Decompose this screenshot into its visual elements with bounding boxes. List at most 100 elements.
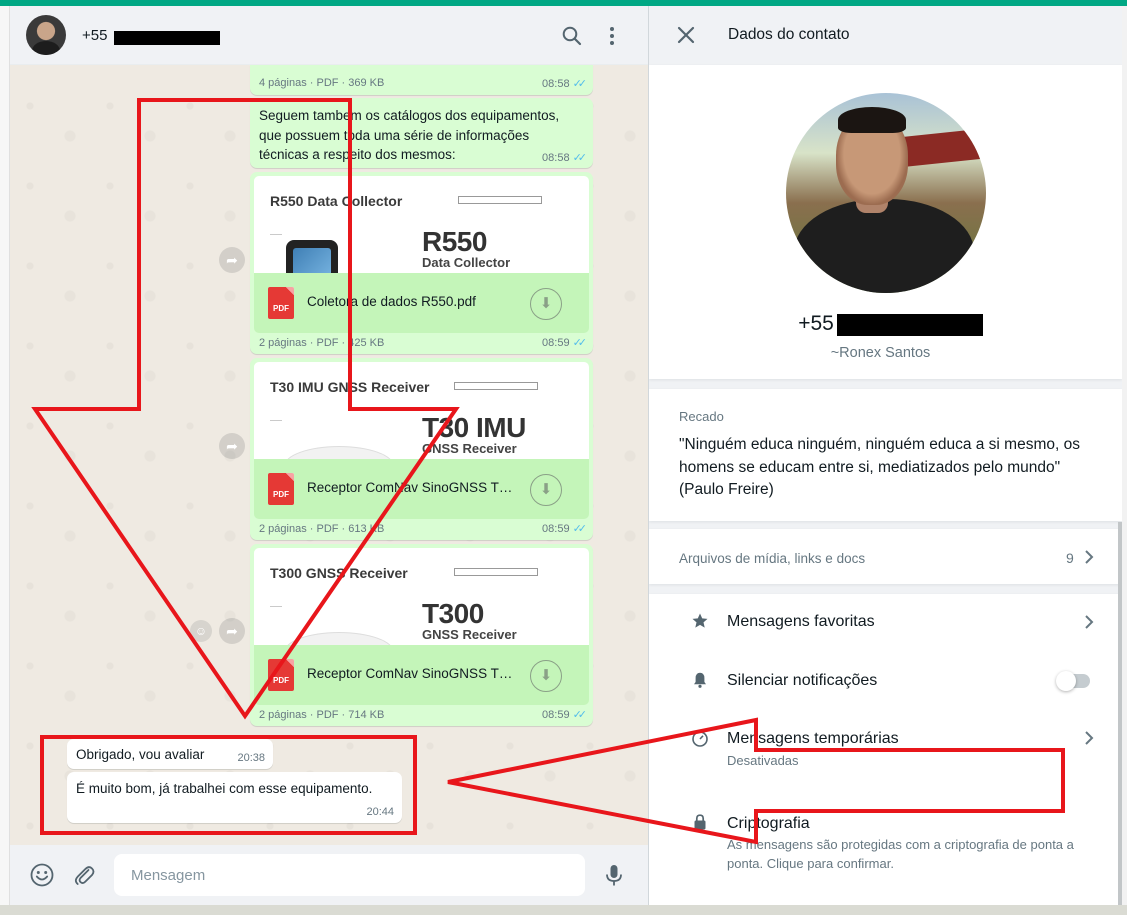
- profile-photo[interactable]: [786, 93, 986, 293]
- read-ticks-icon: ✓✓: [572, 78, 588, 90]
- message-time: 08:58 ✓✓: [542, 152, 588, 164]
- read-ticks-icon: ✓✓: [572, 523, 588, 535]
- microphone-icon[interactable]: [601, 862, 627, 888]
- contact-info-header: Dados do contato: [649, 6, 1122, 65]
- preview-dimension-line: ——: [270, 232, 282, 238]
- document-message[interactable]: T300 GNSS Receiver —— T300 GNSS Receiver…: [250, 544, 593, 726]
- download-icon[interactable]: ⬇: [530, 474, 562, 506]
- read-ticks-icon: ✓✓: [572, 152, 588, 164]
- document-message-partial[interactable]: 4 páginas · PDF · 369 KB 08:58 ✓✓: [250, 65, 593, 95]
- close-icon[interactable]: [675, 24, 697, 46]
- forward-icon[interactable]: ➦: [219, 247, 245, 273]
- pdf-icon: PDF: [268, 287, 294, 319]
- file-name: Receptor ComNav SinoGNSS T30 IMU.pdf: [307, 480, 519, 495]
- settings-section: Mensagens favoritas Silenciar notificaçõ…: [649, 594, 1122, 905]
- document-meta: 2 páginas · PDF · 613 KB: [259, 523, 385, 535]
- message-text: É muito bom, já trabalhei com esse equip…: [76, 781, 373, 796]
- encryption-description: As mensagens são protegidas com a cripto…: [727, 837, 1074, 871]
- forward-icon[interactable]: ➦: [219, 433, 245, 459]
- document-meta: 2 páginas · PDF · 714 KB: [259, 709, 385, 721]
- file-name: Receptor ComNav SinoGNSS T300.pdf: [307, 666, 519, 681]
- preview-stamp: [454, 568, 538, 576]
- right-edge: [1122, 6, 1127, 905]
- contact-info-title: Dados do contato: [728, 26, 850, 43]
- message-time: 08:59 ✓✓: [542, 337, 588, 349]
- preview-subtitle: GNSS Receiver: [422, 441, 517, 456]
- preview-model: T30 IMU: [422, 412, 526, 443]
- profile-section: +55 ~Ronex Santos: [649, 65, 1122, 379]
- encryption-row[interactable]: Criptografia As mensagens são protegidas…: [649, 792, 1122, 882]
- photo-hair: [838, 107, 906, 133]
- disappearing-messages-row[interactable]: Mensagens temporárias Desativadas: [649, 710, 1122, 778]
- preview-title: T30 IMU GNSS Receiver: [270, 379, 430, 395]
- chat-contact-phone[interactable]: +55: [82, 27, 107, 44]
- chat-pane: +55 4 páginas · PDF · 369 KB 08:58 ✓✓ Seg…: [10, 6, 648, 905]
- left-edge: [0, 6, 10, 915]
- media-section[interactable]: Arquivos de mídia, links e docs 9: [649, 529, 1122, 584]
- search-icon[interactable]: [560, 24, 584, 48]
- preview-title: R550 Data Collector: [270, 193, 403, 209]
- preview-subtitle: GNSS Receiver: [422, 627, 517, 642]
- starred-messages-row[interactable]: Mensagens favoritas: [649, 594, 1122, 652]
- mute-toggle[interactable]: [1056, 671, 1090, 691]
- incoming-message[interactable]: É muito bom, já trabalhei com esse equip…: [67, 772, 402, 823]
- avatar[interactable]: [26, 15, 66, 55]
- preview-receiver-image: [284, 446, 394, 459]
- document-preview[interactable]: T30 IMU GNSS Receiver —— T30 IMU GNSS Re…: [254, 362, 589, 459]
- message-time: 20:44: [366, 806, 394, 818]
- document-message[interactable]: T30 IMU GNSS Receiver —— T30 IMU GNSS Re…: [250, 358, 593, 540]
- bottom-edge: [0, 905, 1127, 915]
- read-ticks-icon: ✓✓: [572, 709, 588, 721]
- star-icon: [692, 613, 708, 628]
- lock-icon: [694, 814, 706, 830]
- media-links-docs-label: Arquivos de mídia, links e docs: [679, 551, 866, 566]
- pdf-icon: PDF: [268, 473, 294, 505]
- file-name: Coletora de dados R550.pdf: [307, 294, 476, 309]
- file-row[interactable]: PDF Receptor ComNav SinoGNSS T30 IMU.pdf…: [254, 459, 589, 519]
- forward-icon[interactable]: ➦: [219, 618, 245, 644]
- message-time: 08:58 ✓✓: [542, 78, 588, 90]
- contact-push-name: ~Ronex Santos: [830, 345, 931, 361]
- document-message[interactable]: R550 Data Collector —— R550 Data Collect…: [250, 172, 593, 354]
- preview-model: R550: [422, 226, 487, 257]
- preview-title: T300 GNSS Receiver: [270, 565, 408, 581]
- mute-notifications-label: Silenciar notificações: [727, 672, 878, 689]
- bell-icon: [694, 672, 706, 688]
- redacted-phone-number: [837, 314, 983, 336]
- redacted-phone-number: [114, 31, 220, 45]
- message-time: 20:38: [237, 752, 265, 764]
- preview-stamp: [454, 382, 538, 390]
- message-text: Seguem tambem os catálogos dos equipamen…: [259, 108, 560, 162]
- preview-dimension-line: ——: [270, 418, 282, 424]
- chevron-right-icon: [1085, 550, 1094, 564]
- document-preview[interactable]: R550 Data Collector —— R550 Data Collect…: [254, 176, 589, 273]
- mute-notifications-row[interactable]: Silenciar notificações: [649, 652, 1122, 710]
- emoji-icon[interactable]: [29, 862, 55, 888]
- preview-stamp: [458, 196, 542, 204]
- emoji-reaction-icon[interactable]: ☺: [190, 620, 212, 642]
- chevron-right-icon: [1085, 731, 1094, 745]
- menu-dots-icon[interactable]: [600, 24, 624, 48]
- document-preview[interactable]: T300 GNSS Receiver —— T300 GNSS Receiver: [254, 548, 589, 645]
- about-label: Recado: [679, 409, 724, 424]
- chat-header[interactable]: +55: [10, 6, 648, 65]
- about-section: Recado "Ninguém educa ninguém, ninguém e…: [649, 389, 1122, 521]
- message-input[interactable]: [114, 854, 585, 896]
- preview-device-image: [286, 240, 338, 273]
- text-message[interactable]: Seguem tambem os catálogos dos equipamen…: [250, 98, 593, 168]
- pdf-icon: PDF: [268, 659, 294, 691]
- download-icon[interactable]: ⬇: [530, 660, 562, 692]
- file-row[interactable]: PDF Coletora de dados R550.pdf ⬇: [254, 273, 589, 333]
- incoming-message[interactable]: Obrigado, vou avaliar 20:38: [67, 739, 273, 769]
- download-icon[interactable]: ⬇: [530, 288, 562, 320]
- photo-shirt: [794, 199, 974, 293]
- message-text: Obrigado, vou avaliar: [76, 747, 205, 762]
- file-row[interactable]: PDF Receptor ComNav SinoGNSS T300.pdf ⬇: [254, 645, 589, 705]
- read-ticks-icon: ✓✓: [572, 337, 588, 349]
- timer-icon: [692, 731, 708, 747]
- message-composer: [10, 845, 648, 905]
- attach-paperclip-icon[interactable]: [71, 862, 97, 888]
- message-time: 08:59 ✓✓: [542, 709, 588, 721]
- message-time: 08:59 ✓✓: [542, 523, 588, 535]
- disappearing-messages-status: Desativadas: [727, 753, 799, 768]
